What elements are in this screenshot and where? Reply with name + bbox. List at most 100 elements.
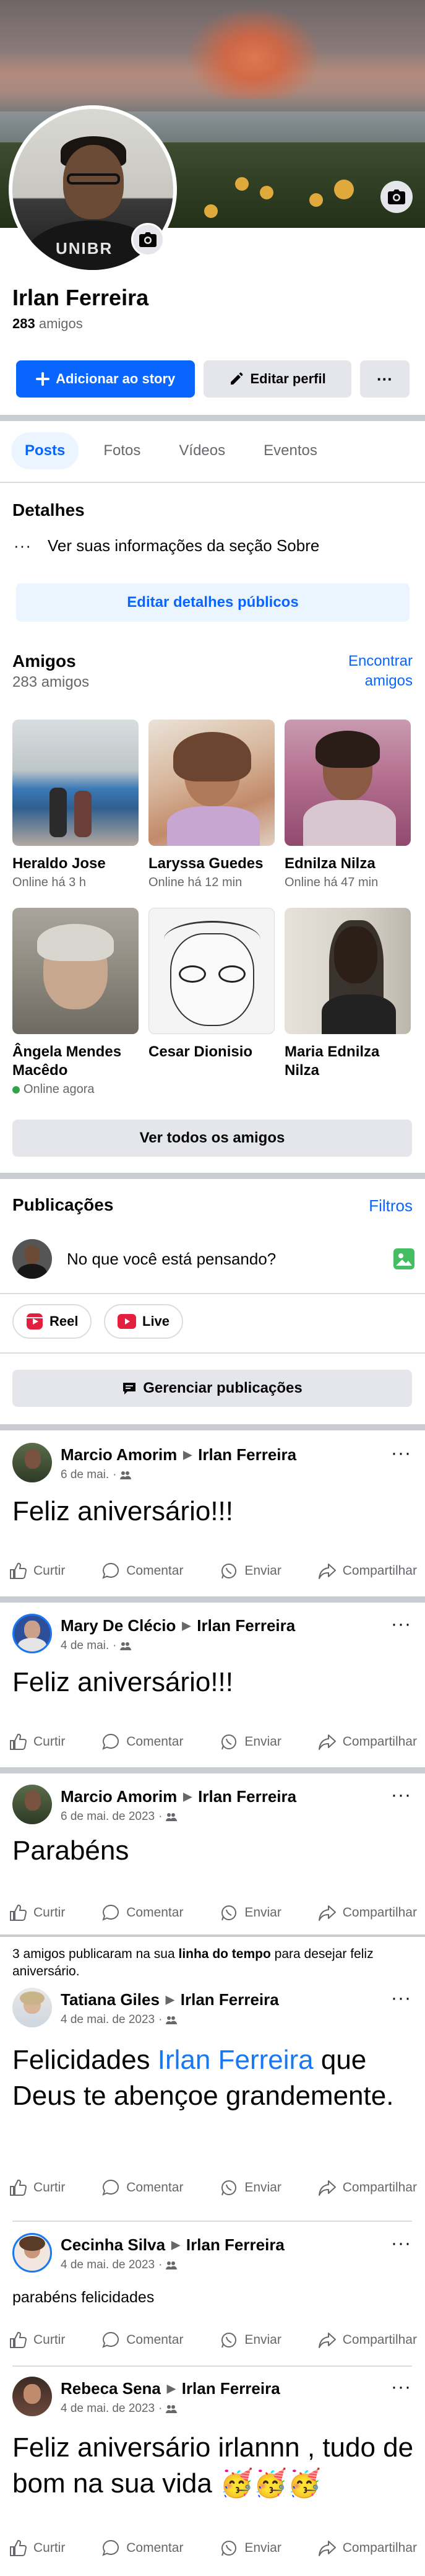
see-all-friends-button[interactable]: Ver todos os amigos [12, 1120, 412, 1157]
camera-icon [388, 189, 405, 204]
share-button[interactable]: Compartilhar [318, 1904, 417, 1922]
tab-posts[interactable]: Posts [11, 432, 79, 469]
edit-profile-button[interactable]: Editar perfil [204, 360, 351, 398]
post-target-name[interactable]: Irlan Ferreira [198, 1787, 296, 1806]
manage-posts-button[interactable]: Gerenciar publicações [12, 1370, 412, 1407]
meta-separator: · [158, 2013, 163, 2026]
send-label: Enviar [244, 1905, 281, 1920]
friend-status: Online há 3 h [12, 876, 139, 890]
tab-photos[interactable]: Fotos [90, 432, 154, 469]
meta-separator: · [158, 2258, 163, 2271]
post-options-button[interactable]: ··· [391, 2233, 411, 2254]
whatsapp-send-icon [221, 1905, 237, 1921]
post-author-avatar[interactable] [12, 1988, 52, 2027]
cover-camera-button[interactable] [380, 181, 413, 213]
post-date[interactable]: 4 de mai. de 2023 [61, 2013, 155, 2027]
send-button[interactable]: Enviar [220, 1562, 281, 1580]
post-target-name[interactable]: Irlan Ferreira [197, 1616, 295, 1635]
post-composer[interactable]: No que você está pensando? [12, 1237, 414, 1281]
post-target-name[interactable]: Irlan Ferreira [186, 2235, 285, 2255]
chat-bubble-icon [123, 1383, 136, 1395]
thumbs-up-icon [10, 1904, 27, 1921]
post-author-line: Cecinha Silva ▶ Irlan Ferreira [61, 2235, 285, 2255]
find-friends-link[interactable]: Encontrar amigos [320, 651, 413, 691]
post-target-name[interactable]: Irlan Ferreira [182, 2379, 280, 2398]
comment-button[interactable]: Comentar [101, 1904, 183, 1922]
send-button[interactable]: Enviar [220, 1904, 281, 1922]
post-date[interactable]: 4 de mai. de 2023 [61, 2258, 155, 2272]
comment-button[interactable]: Comentar [101, 1562, 183, 1580]
share-arrow-icon [318, 1734, 336, 1750]
comment-button[interactable]: Comentar [101, 1733, 183, 1751]
like-button[interactable]: Curtir [9, 2539, 65, 2557]
post-options-button[interactable]: ··· [391, 1443, 411, 1464]
more-options-button[interactable]: ··· [359, 360, 410, 398]
comment-button[interactable]: Comentar [101, 2178, 183, 2197]
send-button[interactable]: Enviar [220, 2331, 281, 2349]
like-button[interactable]: Curtir [9, 1733, 65, 1751]
like-button[interactable]: Curtir [9, 2178, 65, 2197]
send-button[interactable]: Enviar [220, 2178, 281, 2197]
post-mention-link[interactable]: Irlan Ferreira [158, 2045, 314, 2075]
post-date[interactable]: 4 de mai. de 2023 [61, 2402, 155, 2416]
post-author-line: Marcio Amorim ▶ Irlan Ferreira [61, 1787, 296, 1806]
comment-button[interactable]: Comentar [101, 2539, 183, 2557]
post-author-name[interactable]: Mary De Clécio [61, 1616, 176, 1635]
plus-icon [36, 372, 50, 386]
friend-card[interactable]: Cesar Dionisio [148, 908, 275, 1061]
post-author-name[interactable]: Marcio Amorim [61, 1787, 177, 1806]
photo-icon[interactable] [393, 1248, 414, 1269]
post-author-avatar[interactable] [12, 1443, 52, 1482]
post-options-button[interactable]: ··· [391, 2377, 411, 2398]
filters-link[interactable]: Filtros [369, 1196, 413, 1216]
friend-card[interactable]: Ednilza Nilza Online há 47 min [285, 720, 411, 890]
whatsapp-send-icon [221, 1734, 237, 1750]
reel-button[interactable]: Reel [12, 1304, 92, 1339]
share-button[interactable]: Compartilhar [318, 2331, 417, 2349]
share-button[interactable]: Compartilhar [318, 2178, 417, 2197]
post-options-button[interactable]: ··· [391, 1614, 411, 1635]
add-to-story-button[interactable]: Adicionar ao story [16, 360, 195, 398]
share-button[interactable]: Compartilhar [318, 1733, 417, 1751]
friend-card[interactable]: Laryssa Guedes Online há 12 min [148, 720, 275, 890]
post-target-name[interactable]: Irlan Ferreira [198, 1445, 296, 1464]
post-author-name[interactable]: Rebeca Sena [61, 2379, 161, 2398]
avatar-camera-button[interactable] [131, 223, 165, 256]
composer-prompt: No que você está pensando? [67, 1249, 277, 1268]
about-link[interactable]: ··· Ver suas informações da seção Sobre [14, 536, 319, 555]
post-author-name[interactable]: Tatiana Giles [61, 1990, 160, 2009]
post-options-button[interactable]: ··· [391, 1988, 411, 2009]
post-author-name[interactable]: Cecinha Silva [61, 2235, 165, 2255]
post-date[interactable]: 4 de mai. [61, 1639, 109, 1653]
live-button[interactable]: Live [104, 1304, 184, 1339]
post-author-avatar[interactable] [12, 1785, 52, 1824]
tab-videos[interactable]: Vídeos [165, 432, 239, 469]
post-options-button[interactable]: ··· [391, 1785, 411, 1806]
friend-card[interactable]: Ângela Mendes Macêdo Online agora [12, 908, 139, 1097]
post-author-avatar[interactable] [12, 2233, 52, 2273]
post-date[interactable]: 6 de mai. [61, 1468, 109, 1482]
like-button[interactable]: Curtir [9, 1904, 65, 1922]
post-author-avatar[interactable] [12, 2377, 52, 2416]
send-button[interactable]: Enviar [220, 2539, 281, 2557]
post-meta: 6 de mai. · [61, 1468, 296, 1482]
edit-public-details-button[interactable]: Editar detalhes públicos [16, 583, 410, 622]
post-date[interactable]: 6 de mai. de 2023 [61, 1810, 155, 1824]
post-target-name[interactable]: Irlan Ferreira [181, 1990, 279, 2009]
share-button[interactable]: Compartilhar [318, 2539, 417, 2557]
friend-card[interactable]: Maria Ednilza Nilza [285, 908, 411, 1080]
tab-events[interactable]: Eventos [250, 432, 331, 469]
send-label: Enviar [244, 1734, 281, 1749]
post-author-name[interactable]: Marcio Amorim [61, 1445, 177, 1464]
share-button[interactable]: Compartilhar [318, 1562, 417, 1580]
friend-count[interactable]: 283 amigos [12, 316, 414, 332]
like-button[interactable]: Curtir [9, 2331, 65, 2349]
like-button[interactable]: Curtir [9, 1562, 65, 1580]
post-header: Rebeca Sena ▶ Irlan Ferreira 4 de mai. d… [12, 2377, 280, 2416]
post-author-avatar[interactable] [12, 1614, 52, 1653]
send-button[interactable]: Enviar [220, 1733, 281, 1751]
timeline-note-link[interactable]: linha do tempo [178, 1947, 270, 1961]
comment-button[interactable]: Comentar [101, 2331, 183, 2349]
triangle-right-icon: ▶ [171, 2239, 180, 2251]
friend-card[interactable]: Heraldo Jose Online há 3 h [12, 720, 139, 890]
